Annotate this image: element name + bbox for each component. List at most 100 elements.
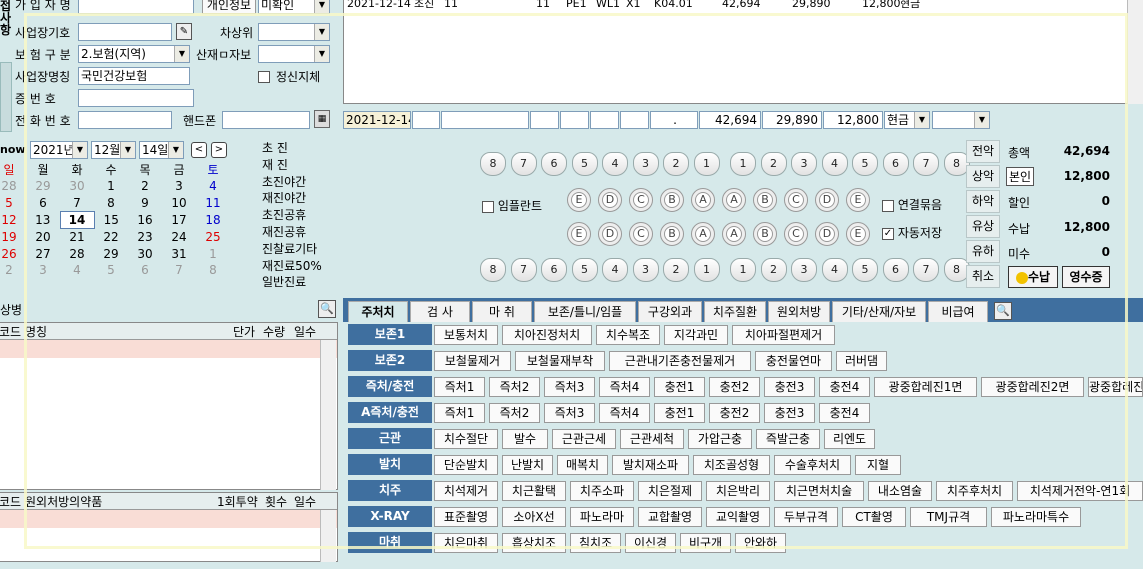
tooth-surface-button[interactable]: E (567, 222, 591, 246)
day-cell[interactable]: 13 (26, 212, 60, 229)
tooth-surface-button[interactable]: E (846, 222, 870, 246)
tooth-surface-button[interactable]: C (784, 222, 808, 246)
edit-cell[interactable] (620, 111, 649, 129)
now-button[interactable]: now (0, 142, 26, 158)
tab-oral-surgery[interactable]: 구강외과 (638, 301, 702, 322)
day-cell[interactable]: 22 (94, 228, 128, 245)
visit-type-item[interactable]: 진찰료기타 (262, 241, 340, 258)
tooth-surface-button[interactable]: A (691, 222, 715, 246)
visit-type-item[interactable]: 재 진 (262, 157, 340, 174)
receipt-button[interactable]: 영수증 (1062, 266, 1110, 288)
day-cell[interactable]: 3 (162, 178, 196, 195)
treatment-button[interactable]: 즉처3 (544, 377, 595, 397)
tooth-button[interactable]: 5 (852, 258, 878, 282)
arch-lower-button[interactable]: 하악 (966, 190, 1000, 213)
tooth-button[interactable]: 3 (791, 152, 817, 176)
treatment-button[interactable]: 충전3 (764, 403, 815, 423)
category-label[interactable]: X-RAY (348, 506, 432, 527)
day-cell[interactable]: 1 (196, 245, 230, 262)
day-cell[interactable]: 8 (94, 195, 128, 212)
day-cell[interactable]: 5 (94, 262, 128, 279)
tooth-surface-button[interactable]: B (753, 222, 777, 246)
mobile-input[interactable] (222, 111, 310, 129)
edit-cell[interactable] (441, 111, 529, 129)
visit-type-item[interactable]: 재진야간 (262, 190, 340, 207)
tooth-button[interactable]: 4 (602, 152, 628, 176)
tooth-surface-button[interactable]: E (846, 188, 870, 212)
tooth-surface-button[interactable]: D (598, 188, 622, 212)
tab-search-icon[interactable]: 🔍 (994, 302, 1012, 320)
treatment-button[interactable]: 즉처2 (489, 403, 540, 423)
tab-non-covered[interactable]: 비급여 (928, 301, 988, 322)
category-label[interactable]: 즉처/충전 (348, 376, 432, 397)
business-name-input[interactable]: 국민건강보험 (78, 67, 190, 85)
tooth-button[interactable]: 8 (480, 152, 506, 176)
treatment-button[interactable]: 보철물재부착 (515, 351, 605, 371)
tab-exam[interactable]: 검 사 (410, 301, 470, 322)
day-cell[interactable]: 4 (196, 178, 230, 195)
tooth-button[interactable]: 7 (913, 152, 939, 176)
category-label[interactable]: 발치 (348, 454, 432, 475)
tooth-surface-button[interactable]: B (753, 188, 777, 212)
treatment-button[interactable]: 충전1 (654, 403, 705, 423)
treatment-button[interactable]: 치근면처치술 (774, 481, 864, 501)
tooth-button[interactable]: 4 (821, 258, 848, 282)
edit-cell[interactable] (590, 111, 619, 129)
day-cell[interactable]: 6 (128, 262, 162, 279)
tab-main-treatment[interactable]: 주처치 (348, 301, 408, 322)
day-cell[interactable]: 1 (94, 178, 128, 195)
day-cell[interactable]: 30 (60, 178, 94, 195)
tab-prescription[interactable]: 원외처방 (768, 301, 830, 322)
treatment-button[interactable]: 즉처1 (434, 403, 485, 423)
treatment-button[interactable]: 광중합레진2면 (981, 377, 1084, 397)
rx-scrollbar[interactable] (320, 510, 336, 562)
year-select[interactable]: 2021년 ▼ (30, 141, 88, 159)
day-cell[interactable]: 5 (0, 195, 26, 212)
day-cell[interactable]: 24 (162, 228, 196, 245)
treatment-button[interactable]: 치아진정처치 (502, 325, 592, 345)
day-cell[interactable]: 7 (162, 262, 196, 279)
table-row-selected[interactable] (0, 340, 337, 358)
treatment-button[interactable]: 충전4 (819, 403, 870, 423)
day-cell[interactable]: 8 (196, 262, 230, 279)
day-cell[interactable]: 28 (0, 178, 26, 195)
tooth-surface-button[interactable]: A (691, 188, 715, 212)
tooth-button[interactable]: 4 (602, 258, 628, 282)
category-label[interactable]: 보존1 (348, 324, 432, 345)
mobile-lookup-icon[interactable]: ▦ (314, 110, 330, 128)
treatment-button[interactable]: 단순발치 (434, 455, 498, 475)
day-cell[interactable]: 23 (128, 228, 162, 245)
visit-type-item[interactable]: 재진료50% (262, 258, 340, 275)
visit-type-item[interactable]: 초 진 (262, 140, 340, 157)
tooth-button[interactable]: 6 (541, 258, 567, 282)
tooth-surface-button[interactable]: B (660, 188, 684, 212)
treatment-button[interactable]: 흡상치조 (502, 533, 566, 553)
treatment-button[interactable]: 근관세척 (620, 429, 684, 449)
tooth-button[interactable]: 2 (663, 152, 689, 176)
treatment-button[interactable]: 치석제거전악-연1회 (1017, 481, 1143, 501)
treatment-button[interactable]: 치주소파 (570, 481, 634, 501)
tooth-button[interactable]: 4 (821, 152, 848, 176)
category-label[interactable]: 근관 (348, 428, 432, 449)
day-cell[interactable]: 10 (162, 195, 196, 212)
edit-cell[interactable] (530, 111, 559, 129)
treatment-button[interactable]: 치은박리 (706, 481, 770, 501)
prev-month-icon[interactable]: < (191, 142, 207, 158)
treatment-button[interactable]: 비구개 (680, 533, 731, 553)
day-cell[interactable]: 21 (60, 228, 94, 245)
history-scrollbar[interactable] (1127, 0, 1143, 104)
tooth-button[interactable]: 1 (693, 152, 720, 176)
day-cell[interactable]: 25 (196, 228, 230, 245)
treatment-button[interactable]: CT촬영 (842, 507, 906, 527)
tooth-surface-button[interactable]: C (629, 222, 653, 246)
day-cell[interactable]: 29 (94, 245, 128, 262)
treatment-button[interactable]: 매복치 (557, 455, 608, 475)
tooth-surface-button[interactable]: C (629, 188, 653, 212)
day-cell[interactable]: 17 (162, 212, 196, 229)
day-cell[interactable]: 26 (0, 245, 26, 262)
edit-insurer[interactable]: 29,890 (762, 111, 822, 129)
tooth-surface-button[interactable]: E (567, 188, 591, 212)
treatment-button[interactable]: 즉처2 (489, 377, 540, 397)
tab-anesthesia[interactable]: 마 취 (472, 301, 532, 322)
treatment-button[interactable]: 충전2 (709, 403, 760, 423)
